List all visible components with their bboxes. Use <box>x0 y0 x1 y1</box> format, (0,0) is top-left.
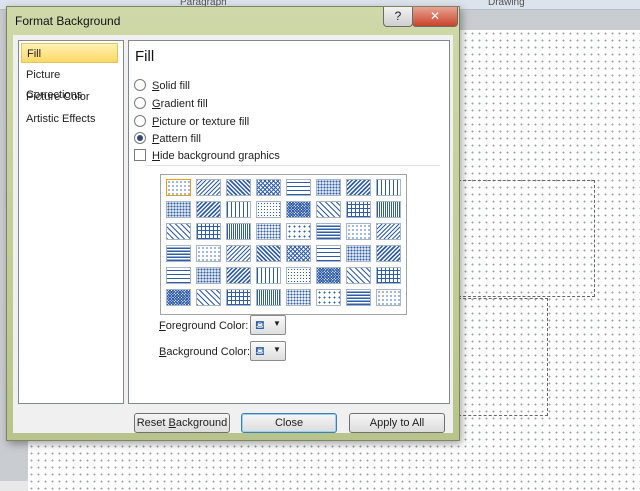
chevron-down-icon: ▼ <box>273 319 281 328</box>
pattern-swatch[interactable] <box>346 223 371 240</box>
pattern-swatch[interactable] <box>286 267 311 284</box>
pattern-swatch[interactable] <box>376 223 401 240</box>
pattern-swatch[interactable] <box>346 289 371 306</box>
pattern-swatch[interactable] <box>256 201 281 218</box>
radio-indicator[interactable] <box>134 97 146 109</box>
pattern-swatch[interactable] <box>256 267 281 284</box>
nav-item-fill[interactable]: Fill <box>21 43 118 63</box>
pattern-swatch[interactable] <box>316 245 341 262</box>
pattern-fill-radio[interactable]: Pattern fill <box>134 131 201 147</box>
pattern-swatch[interactable] <box>286 201 311 218</box>
radio-indicator[interactable] <box>134 79 146 91</box>
pattern-swatch[interactable] <box>256 223 281 240</box>
solid-fill-radio[interactable]: Solid fill <box>134 78 190 94</box>
pattern-swatch[interactable] <box>196 179 221 196</box>
nav-item-label: Picture Color <box>26 91 90 103</box>
dialog-titlebar[interactable]: Format Background ? ✕ <box>7 7 459 33</box>
nav-item-picture-corrections[interactable]: Picture Corrections <box>21 65 118 101</box>
pattern-swatch[interactable] <box>346 179 371 196</box>
help-button[interactable]: ? <box>383 7 413 27</box>
pattern-swatch[interactable] <box>256 245 281 262</box>
content-placeholder[interactable] <box>458 298 548 416</box>
chevron-down-icon: ▼ <box>273 345 281 354</box>
pattern-swatch[interactable] <box>346 267 371 284</box>
divider <box>145 165 440 166</box>
pattern-swatch[interactable] <box>196 201 221 218</box>
pattern-swatch[interactable] <box>316 223 341 240</box>
close-icon: ✕ <box>429 9 441 23</box>
pattern-swatch[interactable] <box>376 245 401 262</box>
pattern-swatch[interactable] <box>166 179 191 196</box>
pattern-swatch[interactable] <box>166 289 191 306</box>
pattern-swatch[interactable] <box>286 223 311 240</box>
pattern-swatch[interactable] <box>226 267 251 284</box>
background-color-label: Background Color: <box>159 346 251 358</box>
nav-item-label: Fill <box>27 48 42 60</box>
nav-item-label: Artistic Effects <box>26 113 96 125</box>
ribbon-group-drawing: Drawing <box>488 0 525 8</box>
category-list: Fill Picture Corrections Picture Color A… <box>18 40 124 404</box>
pattern-swatch[interactable] <box>196 267 221 284</box>
pattern-swatch[interactable] <box>226 289 251 306</box>
pattern-swatch[interactable] <box>256 179 281 196</box>
pattern-swatch[interactable] <box>376 179 401 196</box>
pattern-swatch[interactable] <box>226 201 251 218</box>
radio-indicator-selected[interactable] <box>134 132 146 144</box>
paint-bucket-icon: ⛾ <box>255 318 265 332</box>
pattern-swatch[interactable] <box>346 245 371 262</box>
background-color-button[interactable]: ⛾ ▼ <box>250 341 286 361</box>
format-background-dialog: Format Background ? ✕ Fill Picture Corre… <box>6 6 460 441</box>
pattern-swatch[interactable] <box>376 267 401 284</box>
pattern-swatch[interactable] <box>166 223 191 240</box>
pattern-swatch[interactable] <box>316 289 341 306</box>
pattern-swatch[interactable] <box>286 245 311 262</box>
pattern-swatch[interactable] <box>196 245 221 262</box>
pattern-swatch[interactable] <box>316 179 341 196</box>
pattern-swatch[interactable] <box>286 289 311 306</box>
pattern-swatch[interactable] <box>166 267 191 284</box>
picture-texture-fill-radio[interactable]: Picture or texture fill <box>134 114 249 130</box>
checkbox-indicator[interactable] <box>134 149 146 161</box>
nav-item-picture-color[interactable]: Picture Color <box>21 87 118 107</box>
pattern-gallery <box>160 174 407 315</box>
fill-settings-pane: Fill Solid fill Gradient fill Picture or… <box>128 40 450 404</box>
title-placeholder[interactable] <box>458 180 595 297</box>
dialog-client: Fill Picture Corrections Picture Color A… <box>13 35 453 433</box>
pattern-swatch[interactable] <box>226 223 251 240</box>
pattern-swatch[interactable] <box>196 223 221 240</box>
pattern-swatch[interactable] <box>226 179 251 196</box>
foreground-color-label: Foreground Color: <box>159 320 249 332</box>
pattern-swatch[interactable] <box>256 289 281 306</box>
close-button[interactable]: Close <box>241 413 337 433</box>
hide-background-graphics-checkbox[interactable]: Hide background graphics <box>134 148 280 164</box>
pattern-swatch[interactable] <box>226 245 251 262</box>
pattern-swatch[interactable] <box>376 201 401 218</box>
foreground-color-button[interactable]: ⛾ ▼ <box>250 315 286 335</box>
pattern-swatch[interactable] <box>166 201 191 218</box>
section-title-fill: Fill <box>135 48 155 65</box>
reset-background-button[interactable]: Reset Background <box>134 413 230 433</box>
pattern-swatch[interactable] <box>196 289 221 306</box>
pattern-swatch[interactable] <box>316 267 341 284</box>
pattern-swatch[interactable] <box>166 245 191 262</box>
pattern-swatch[interactable] <box>346 201 371 218</box>
help-icon: ? <box>394 9 402 23</box>
apply-to-all-button[interactable]: Apply to All <box>349 413 445 433</box>
pattern-swatch[interactable] <box>376 289 401 306</box>
nav-item-artistic-effects[interactable]: Artistic Effects <box>21 109 118 129</box>
paint-bucket-icon: ⛾ <box>255 344 265 358</box>
radio-indicator[interactable] <box>134 115 146 127</box>
close-window-button[interactable]: ✕ <box>412 7 458 27</box>
gradient-fill-radio[interactable]: Gradient fill <box>134 96 208 112</box>
dialog-title: Format Background <box>15 14 121 28</box>
pattern-swatch[interactable] <box>286 179 311 196</box>
pattern-swatch[interactable] <box>316 201 341 218</box>
